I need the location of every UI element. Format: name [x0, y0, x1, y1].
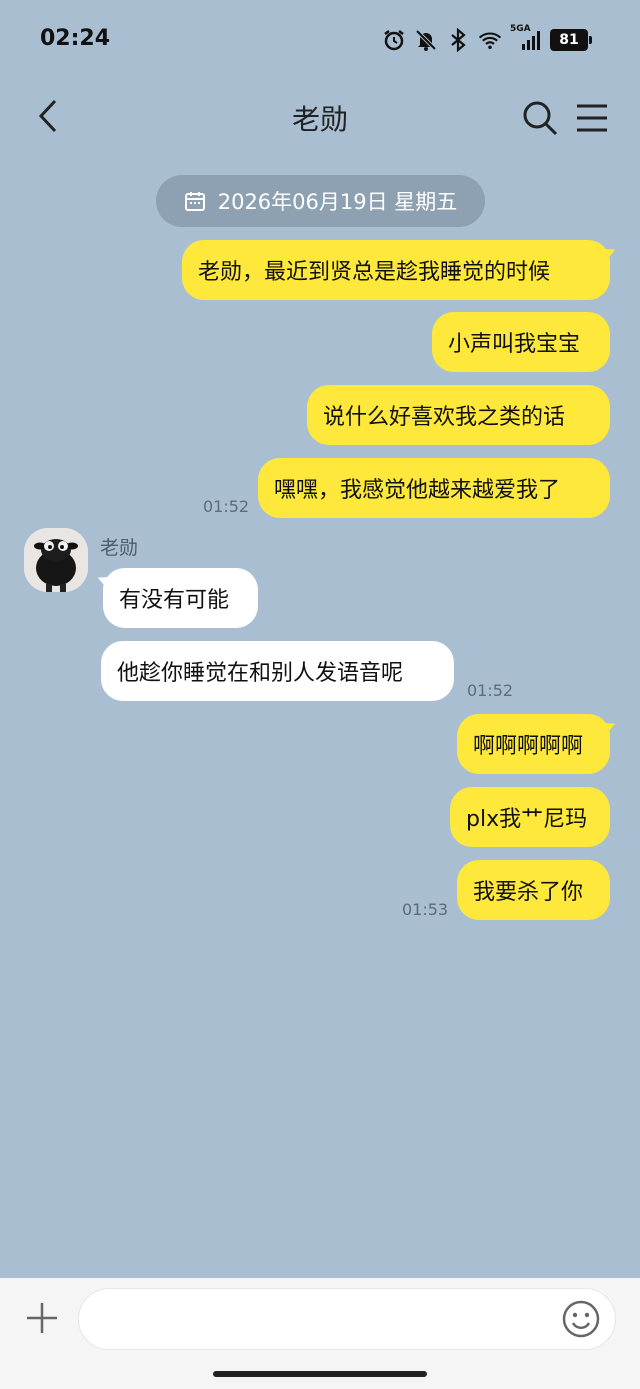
wifi-icon: [478, 28, 502, 52]
input-bar: [0, 1278, 640, 1389]
message-text: 我要杀了你: [473, 880, 584, 905]
plus-icon: [27, 1303, 57, 1333]
message-text: 老勋，最近到贤总是趁我睡觉的时候: [198, 260, 551, 285]
message-time: 01:52: [203, 497, 250, 516]
message-text: 有没有可能: [119, 588, 230, 613]
my-message-bubble[interactable]: 小声叫我宝宝: [432, 312, 610, 372]
calendar-icon: [184, 192, 205, 211]
message-text: 啊啊啊啊啊: [473, 734, 584, 759]
other-message-bubble[interactable]: 他趁你睡觉在和别人发语音呢: [101, 641, 454, 701]
emoji-button[interactable]: [560, 1298, 602, 1340]
message-text: 说什么好喜欢我之类的话: [323, 405, 566, 430]
my-message-bubble[interactable]: 老勋，最近到贤总是趁我睡觉的时候: [182, 240, 610, 300]
message-text: 小声叫我宝宝: [448, 332, 581, 357]
search-icon: [523, 101, 558, 136]
bluetooth-icon: [446, 28, 470, 52]
message-text: 嘿嘿，我感觉他越来越爱我了: [274, 478, 561, 503]
home-indicator[interactable]: [213, 1371, 427, 1377]
battery-icon: 81: [550, 29, 592, 51]
my-message-bubble[interactable]: 嘿嘿，我感觉他越来越爱我了: [258, 458, 610, 518]
date-divider: 2026年06月19日 星期五: [156, 175, 485, 227]
alarm-icon: [382, 28, 406, 52]
search-button[interactable]: [518, 96, 562, 140]
status-icons: 5GA 81: [382, 24, 592, 52]
signal-icon: 5GA: [510, 24, 542, 52]
other-message-bubble[interactable]: 有没有可能: [103, 568, 258, 628]
back-button[interactable]: [28, 94, 68, 138]
status-time: 02:24: [40, 26, 111, 51]
avatar[interactable]: [24, 528, 88, 592]
menu-button[interactable]: [570, 96, 614, 140]
menu-icon: [577, 104, 607, 132]
message-time: 01:52: [467, 681, 514, 700]
date-text: 2026年06月19日 星期五: [217, 190, 458, 214]
my-message-bubble[interactable]: 我要杀了你: [457, 860, 610, 920]
back-arrow-icon: [38, 99, 57, 133]
sender-name: 老勋: [100, 537, 139, 559]
message-text: 他趁你睡觉在和别人发语音呢: [117, 661, 404, 686]
plus-button[interactable]: [22, 1298, 62, 1338]
message-time: 01:53: [402, 900, 449, 919]
message-input[interactable]: [78, 1288, 616, 1350]
network-label: 5GA: [510, 24, 531, 34]
mute-bell-icon: [414, 28, 438, 52]
my-message-bubble[interactable]: 啊啊啊啊啊: [457, 714, 610, 774]
my-message-bubble[interactable]: plx我艹尼玛: [450, 787, 610, 847]
my-message-bubble[interactable]: 说什么好喜欢我之类的话: [307, 385, 610, 445]
sheep-avatar-icon: [24, 528, 88, 592]
message-text: plx我艹尼玛: [466, 807, 588, 832]
emoji-icon: [562, 1300, 600, 1338]
chat-header: 老勋: [0, 80, 640, 156]
status-bar: 02:24 5GA 81: [0, 0, 640, 80]
